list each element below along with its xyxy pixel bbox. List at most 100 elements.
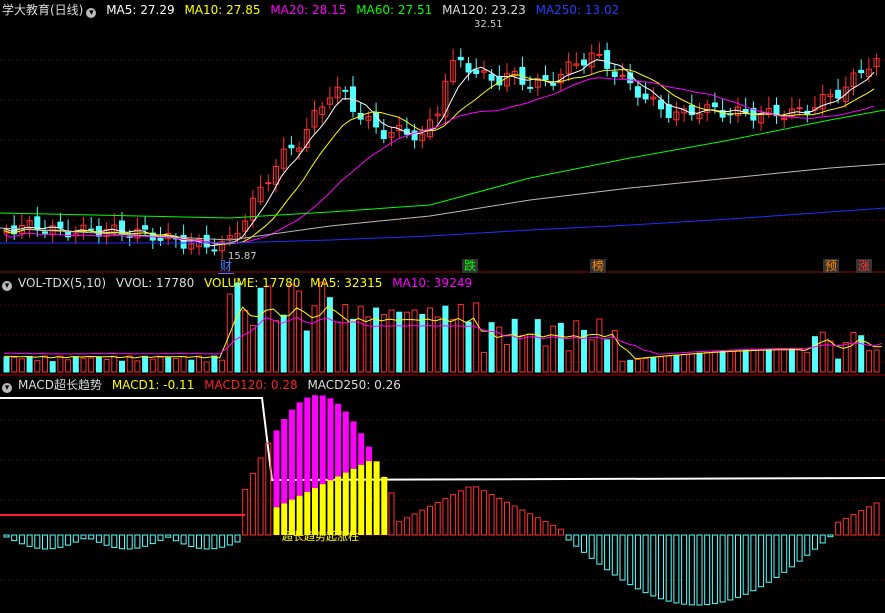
macd250-label: MACD250: 0.26: [307, 378, 401, 392]
macd-bar: [665, 534, 672, 602]
macd-bar: [480, 490, 487, 536]
vol-ma5-label: MA5: 32315: [310, 276, 383, 290]
event-marker-zhang[interactable]: 涨: [856, 259, 873, 273]
macd-bar-upper: [319, 395, 326, 485]
event-marker-bang[interactable]: 榜: [590, 259, 607, 273]
macd-settings-circle-icon[interactable]: ▾: [2, 383, 12, 393]
macd-bar: [627, 534, 634, 586]
macd-bar: [634, 534, 641, 590]
candle-body: [57, 221, 64, 229]
macd-bar: [534, 517, 541, 536]
volume-bar: [873, 349, 880, 373]
macd-bar: [588, 534, 595, 559]
volume-bar: [42, 355, 48, 373]
candle-body: [542, 75, 549, 81]
volume-bar: [573, 320, 580, 373]
candle-body: [796, 107, 803, 110]
macd-bar: [450, 494, 457, 536]
volume-bar: [142, 355, 149, 373]
volume-bar: [557, 322, 564, 373]
macd-bar-upper: [327, 398, 334, 481]
volume-bar: [80, 357, 87, 373]
macd-panel-title[interactable]: MACD超长趋势: [18, 378, 102, 392]
macd-bar: [142, 534, 149, 547]
macd-bar: [42, 534, 48, 550]
volume-bar: [765, 348, 772, 373]
candle-body: [596, 53, 603, 56]
macd-bar: [188, 534, 195, 548]
volume-bar: [850, 331, 857, 373]
macd-bar: [457, 490, 464, 536]
macd-bar: [681, 534, 688, 605]
candle-body: [550, 83, 557, 86]
volume-bar: [696, 352, 703, 373]
volume-bar: [34, 360, 41, 373]
macd-bar: [742, 534, 749, 595]
event-marker-die[interactable]: 跌: [462, 259, 479, 273]
macd-bar: [165, 534, 172, 538]
volume-panel-title[interactable]: VOL-TDX(5,10): [18, 276, 106, 290]
volume-bar: [234, 282, 241, 373]
macd-bar: [396, 521, 403, 536]
volume-bar: [319, 281, 326, 373]
macd-bar: [249, 472, 256, 536]
ma60-label: MA60: 27.51: [356, 3, 433, 17]
volume-bar: [865, 350, 872, 373]
macd-bar: [850, 514, 857, 536]
volume-bar: [781, 348, 788, 373]
volume-bar: [673, 354, 680, 373]
volume-bar: [296, 290, 303, 373]
volume-bar: [650, 357, 657, 373]
volume-bar: [634, 358, 641, 373]
volume-bar: [126, 355, 133, 373]
volume-bar: [534, 319, 541, 373]
volume-bar: [111, 355, 118, 373]
volume-bar: [604, 339, 611, 373]
macd-bar: [704, 534, 711, 606]
volume-bar: [511, 318, 518, 373]
stock-chart-canvas[interactable]: [0, 0, 885, 613]
macd-bar: [211, 534, 218, 550]
event-marker-cai[interactable]: 财: [218, 259, 235, 274]
macd-bar: [727, 534, 734, 601]
macd-bar: [581, 534, 587, 553]
volume-bar: [596, 318, 603, 373]
volume-bar: [396, 311, 403, 373]
volume-bar: [334, 321, 341, 373]
macd-bar: [180, 534, 187, 545]
volume-bar: [242, 309, 249, 373]
macd1-label: MACD1: -0.11: [111, 378, 195, 392]
volume-settings-circle-icon[interactable]: ▾: [2, 281, 12, 291]
volume-bar: [288, 283, 295, 373]
event-marker-yu[interactable]: 预: [823, 259, 840, 273]
candle-body: [527, 86, 534, 89]
volume-label: VOLUME: 17780: [204, 276, 301, 290]
candle-body: [342, 89, 349, 92]
candle-body: [642, 93, 649, 100]
volume-bar: [273, 319, 279, 373]
volume-bar: [180, 356, 187, 373]
macd-bar: [788, 534, 795, 568]
price-panel-title[interactable]: 学大教育(日线): [2, 3, 83, 17]
vvol-label: VVOL: 17780: [115, 276, 195, 290]
price-panel-header: 学大教育(日线) ▾ MA5: 27.29 MA10: 27.85 MA20: 2…: [2, 1, 625, 19]
volume-bar: [172, 358, 179, 373]
macd-bar: [873, 502, 880, 536]
volume-bar: [519, 335, 526, 373]
ma250-line: [0, 207, 885, 244]
volume-bar: [211, 355, 218, 373]
macd-bar-upper: [350, 421, 357, 469]
settings-circle-icon[interactable]: ▾: [86, 8, 97, 18]
candle-body: [88, 228, 95, 231]
volume-bar: [403, 311, 410, 373]
volume-bar: [49, 361, 56, 373]
macd-bar: [542, 521, 549, 536]
macd-bar-upper: [288, 409, 295, 500]
volume-bar: [249, 325, 256, 373]
ma60-line: [0, 109, 885, 219]
macd-bar: [403, 517, 410, 536]
macd-bar: [765, 534, 772, 583]
volume-bar: [619, 360, 626, 373]
macd-bar: [134, 534, 141, 549]
macd-bar: [819, 534, 826, 544]
